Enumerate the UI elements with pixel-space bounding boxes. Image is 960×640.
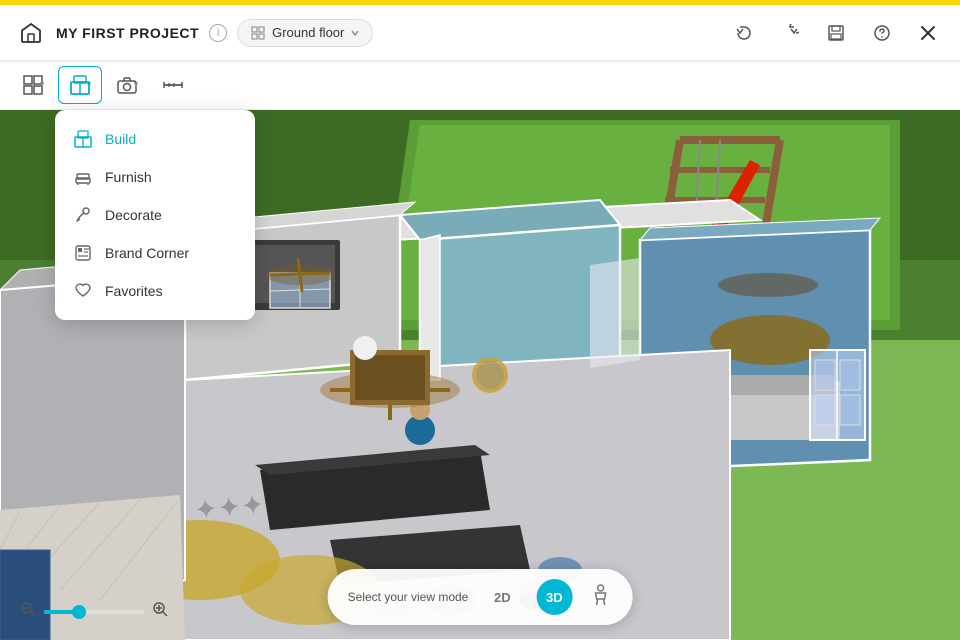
floor-plan-icon [250,25,266,41]
menu-item-furnish[interactable]: Furnish [55,158,255,196]
menu-item-favorites[interactable]: Favorites [55,272,255,310]
build-tool-group: ▾ [58,66,102,104]
help-button[interactable] [866,17,898,49]
project-title: MY FIRST PROJECT [56,25,199,41]
measure-tool-button[interactable] [152,67,194,103]
floorplan-tool-button[interactable]: ▾ [12,67,54,103]
build-tool-button[interactable]: ▾ [59,67,101,103]
view-3d-button[interactable]: 3D [536,579,572,615]
menu-item-furnish-label: Furnish [105,169,152,185]
build-menu-icon [73,130,93,148]
zoom-in-button[interactable] [152,601,168,622]
menu-item-decorate[interactable]: Decorate [55,196,255,234]
toolbar: ▾ ▾ ▾ [0,60,960,110]
furnish-icon [73,168,93,186]
redo-button[interactable] [774,17,806,49]
header-left: MY FIRST PROJECT i Ground floor [16,18,728,48]
save-button[interactable] [820,17,852,49]
zoom-slider-thumb[interactable] [72,605,86,619]
header: MY FIRST PROJECT i Ground floor [0,5,960,60]
chevron-down-icon [350,28,360,38]
svg-text:✦✦✦: ✦✦✦ [193,490,266,527]
floor-label: Ground floor [272,25,344,40]
zoom-slider[interactable] [44,610,144,614]
view-mode-label: Select your view mode [348,590,469,604]
view-mode-bar: Select your view mode 2D 3D [328,569,633,625]
build-tool-arrow: ▾ [87,79,92,90]
menu-item-favorites-label: Favorites [105,283,163,299]
floorplan-tool-arrow: ▾ [40,79,45,90]
build-dropdown-menu: Build Furnish Decorate [55,110,255,320]
favorites-icon [73,282,93,300]
brand-corner-icon [73,244,93,262]
undo-button[interactable] [728,17,760,49]
zoom-bar [20,601,168,622]
menu-item-brand-corner[interactable]: Brand Corner [55,234,255,272]
camera-tool-button[interactable]: ▾ [106,67,148,103]
camera-tool-arrow: ▾ [134,79,139,90]
decorate-icon [73,206,93,224]
menu-item-brand-corner-label: Brand Corner [105,245,189,261]
top-accent-bar [0,0,960,5]
menu-item-decorate-label: Decorate [105,207,162,223]
home-icon[interactable] [16,18,46,48]
view-doll-button[interactable] [588,583,612,612]
view-2d-button[interactable]: 2D [484,579,520,615]
info-icon[interactable]: i [209,24,227,42]
close-button[interactable] [912,17,944,49]
zoom-out-button[interactable] [20,601,36,622]
floor-selector[interactable]: Ground floor [237,19,373,47]
menu-item-build-label: Build [105,131,136,147]
header-right [728,17,944,49]
menu-item-build[interactable]: Build [55,120,255,158]
